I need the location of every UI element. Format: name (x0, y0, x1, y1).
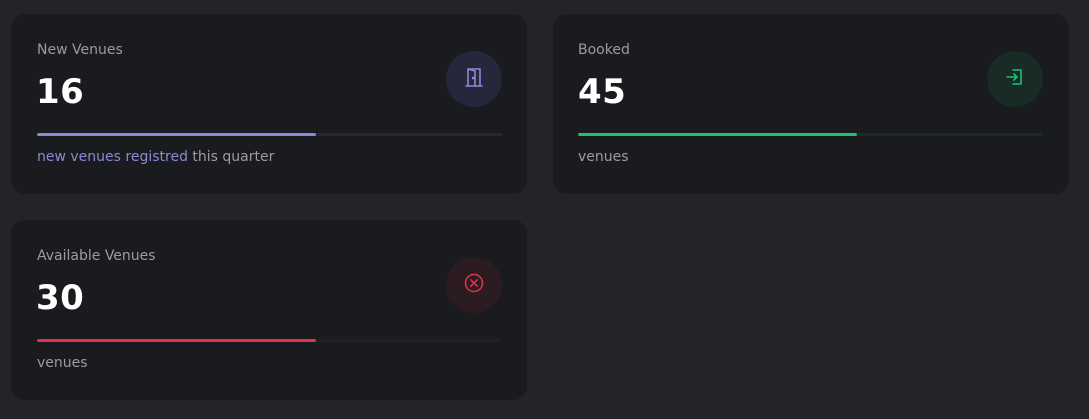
cancel-circle-icon (463, 272, 485, 298)
progress-track (37, 133, 502, 136)
sign-in-icon (1005, 67, 1025, 91)
footer-text: this quarter (187, 149, 275, 165)
progress-fill (37, 133, 316, 136)
available-venues-card: Available Venues 30 venues (11, 220, 527, 400)
cancel-circle-icon-badge (446, 257, 502, 313)
booked-card: Booked 45 venues (553, 14, 1069, 194)
footer-text: venues (578, 149, 629, 165)
card-value: 30 (36, 278, 85, 318)
progress-track (578, 133, 1043, 136)
progress-fill (578, 133, 857, 136)
sign-in-icon-badge (987, 51, 1043, 107)
door-icon-badge (446, 51, 502, 107)
card-footer: new venues registred this quarter (37, 149, 274, 165)
card-value: 45 (578, 72, 627, 112)
footer-highlight: new venues registred (37, 149, 188, 165)
footer-text: venues (37, 355, 88, 371)
stats-grid: New Venues 16 new venues registred this … (0, 0, 1089, 419)
card-label: New Venues (37, 42, 123, 58)
card-value: 16 (36, 72, 85, 112)
card-footer: venues (578, 149, 629, 165)
progress-track (37, 339, 502, 342)
card-footer: venues (37, 355, 88, 371)
door-icon (464, 66, 484, 92)
card-label: Available Venues (37, 248, 156, 264)
progress-fill (37, 339, 316, 342)
new-venues-card: New Venues 16 new venues registred this … (11, 14, 527, 194)
card-label: Booked (578, 42, 630, 58)
